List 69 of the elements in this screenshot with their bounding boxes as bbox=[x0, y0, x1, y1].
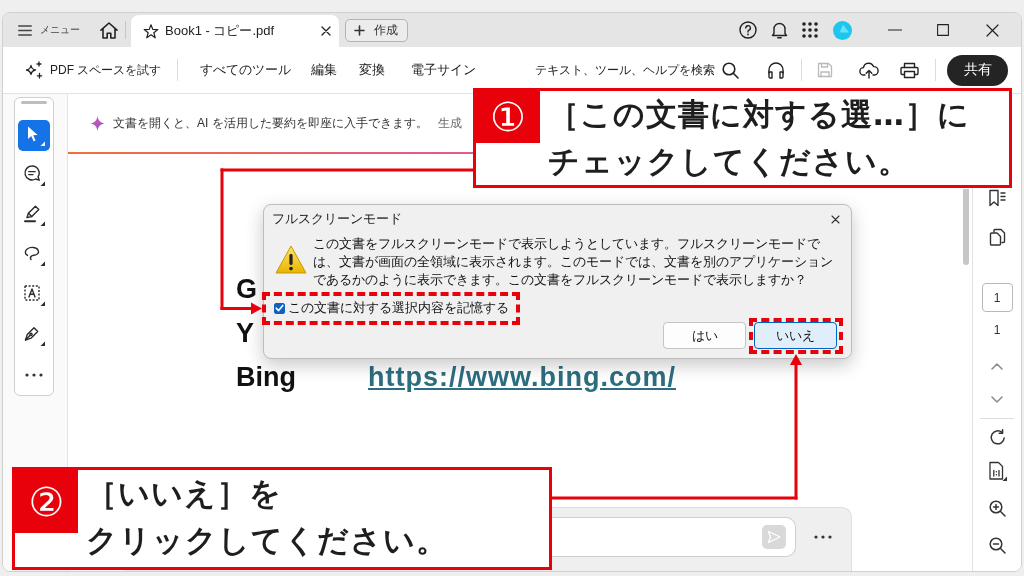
instruction-text: ［この文書に対する選…］に bbox=[548, 95, 970, 134]
site-name: G bbox=[236, 274, 257, 306]
headphones-icon[interactable] bbox=[767, 61, 785, 79]
toolbar-menu-item[interactable]: 変換 bbox=[359, 61, 386, 79]
comment-icon bbox=[23, 164, 45, 186]
send-icon bbox=[767, 530, 781, 544]
zoom-in-icon[interactable] bbox=[988, 499, 1006, 517]
more-icon[interactable] bbox=[814, 535, 832, 539]
pen-icon bbox=[23, 324, 45, 346]
chevron-up-icon[interactable] bbox=[991, 362, 1003, 370]
sparkle-icon bbox=[90, 115, 105, 131]
checkbox[interactable] bbox=[274, 302, 285, 314]
instruction-text: ［いいえ］を bbox=[86, 474, 282, 513]
site-name: Y bbox=[236, 318, 254, 350]
more-icon[interactable] bbox=[25, 373, 43, 377]
rotate-icon[interactable] bbox=[988, 428, 1006, 446]
plus-icon bbox=[354, 24, 365, 36]
create-button[interactable]: 作成 bbox=[345, 18, 408, 42]
banner-text: 文書を開くと、AI を活用した要約を即座に入手できます。 bbox=[113, 114, 428, 132]
toolbar-menu-item[interactable]: 電子サイン bbox=[411, 61, 477, 79]
select-tool-button[interactable] bbox=[18, 119, 50, 151]
close-icon[interactable] bbox=[831, 214, 840, 224]
instruction-text: クリックしてください。 bbox=[86, 521, 448, 560]
printer-icon[interactable] bbox=[900, 61, 919, 79]
scrollbar-thumb[interactable] bbox=[963, 189, 969, 265]
close-icon[interactable] bbox=[321, 26, 331, 36]
url-link[interactable]: https://www.bing.com/ bbox=[368, 362, 676, 394]
toolbar-menu-item[interactable]: 編集 bbox=[311, 61, 338, 79]
search-button[interactable]: テキスト、ツール、ヘルプを検索 bbox=[535, 61, 739, 79]
page-number-field[interactable]: 1 bbox=[981, 283, 1013, 312]
chevron-down-icon[interactable] bbox=[991, 395, 1003, 403]
try-spaces-button[interactable]: PDF スペースを試す bbox=[25, 61, 162, 79]
home-icon[interactable] bbox=[100, 21, 118, 39]
bookmark-list-icon[interactable] bbox=[988, 189, 1006, 207]
freehand-icon bbox=[23, 244, 45, 266]
share-button[interactable]: 共有 bbox=[947, 54, 1008, 86]
step-number-badge: ① bbox=[476, 91, 540, 143]
maximize-icon[interactable] bbox=[937, 24, 949, 36]
grip-handle[interactable] bbox=[21, 101, 47, 104]
banner-link[interactable]: 生成 bbox=[437, 114, 462, 132]
help-icon[interactable] bbox=[739, 21, 757, 39]
sparkle-icon bbox=[25, 61, 43, 79]
pages-icon[interactable] bbox=[988, 228, 1006, 246]
dialog-button[interactable]: はい bbox=[663, 322, 746, 349]
site-name: Bing bbox=[236, 362, 296, 394]
search-icon bbox=[722, 61, 739, 79]
star-icon bbox=[143, 23, 159, 39]
actual-size-icon[interactable] bbox=[987, 461, 1007, 481]
document-tab[interactable]: Book1 - コピー.pdf bbox=[131, 15, 339, 47]
menu-icon bbox=[18, 24, 32, 36]
step-number-badge: ② bbox=[15, 470, 78, 533]
instruction-text: チェックしてください。 bbox=[548, 142, 910, 181]
zoom-out-icon[interactable] bbox=[988, 536, 1006, 554]
cloud-upload-icon[interactable] bbox=[859, 61, 879, 79]
toolbar-menu-item[interactable]: すべてのツール bbox=[200, 61, 292, 79]
apps-grid-icon[interactable] bbox=[802, 22, 818, 38]
page-count: 1 bbox=[993, 323, 1001, 337]
chat-input-field[interactable] bbox=[552, 517, 796, 557]
text-box-icon bbox=[23, 284, 45, 306]
bell-icon[interactable] bbox=[771, 21, 788, 39]
highlighter-icon bbox=[23, 204, 45, 226]
close-icon[interactable] bbox=[986, 23, 999, 37]
checkmark-icon bbox=[275, 304, 284, 312]
checkbox-label: この文書に対する選択内容を記憶する bbox=[288, 299, 509, 317]
dialog-title: フルスクリーンモード bbox=[272, 210, 403, 228]
warning-icon bbox=[275, 245, 307, 274]
dialog-message: この文書をフルスクリーンモードで表示しようとしています。フルスクリーンモードでは、文書が画面の全領域に表示されます。このモードでは、文書を別のアプリケーションであるかのように表示できます。この文書をフルスクリーンモードで表示しますか？ bbox=[313, 235, 834, 289]
menu-button[interactable]: メニュー bbox=[18, 23, 80, 37]
dialog-button[interactable]: いいえ bbox=[754, 322, 837, 349]
